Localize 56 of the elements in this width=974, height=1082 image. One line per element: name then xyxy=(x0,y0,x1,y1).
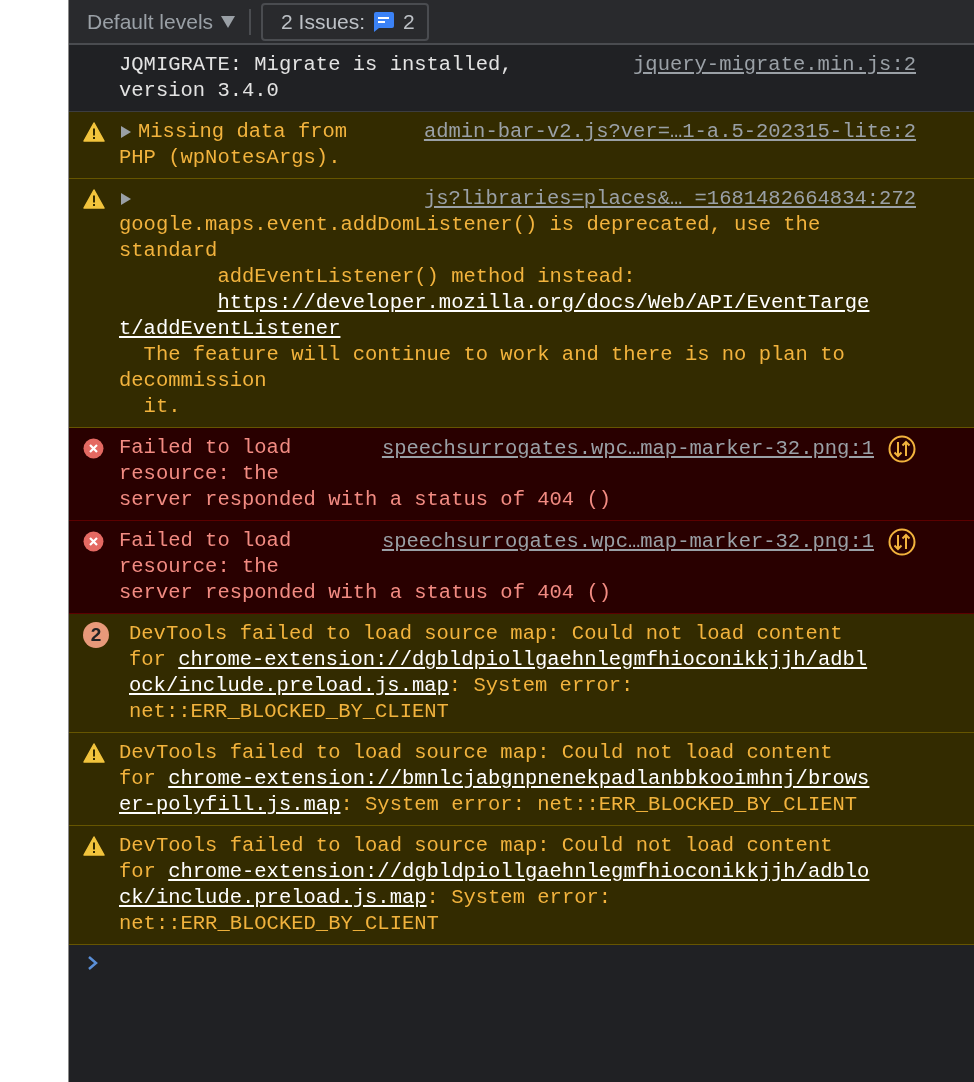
caret-icon xyxy=(221,15,236,28)
source-link[interactable]: js?libraries=places&… =1681482664834:272 xyxy=(423,186,916,212)
message-text: addEventListener() method instead: xyxy=(217,264,636,290)
link[interactable]: ock/include.preload.js.map xyxy=(129,673,449,699)
message-icon xyxy=(373,10,396,33)
message-text: PHP (wpNotesArgs). xyxy=(119,145,341,171)
link[interactable]: chrome-extension://dgbldpiollgaehnlegmfhioconikkjjh/adbl xyxy=(178,647,868,673)
message-text: : System error: xyxy=(426,885,612,911)
message-text: standard xyxy=(119,238,218,264)
prompt-chevron-icon xyxy=(87,955,99,971)
message-text: DevTools failed to load source map: Could not load content xyxy=(119,833,833,859)
message-text: decommission xyxy=(119,368,267,394)
message-text: DevTools failed to load source map: Could not load content xyxy=(119,740,833,766)
message-text: resource: the xyxy=(119,554,279,580)
link[interactable]: chrome-extension://dgbldpiollgaehnlegmfhioconikkjjh/adblo xyxy=(168,859,870,885)
message-text: google.maps.event.addDomListener() is deprecated, use the xyxy=(119,212,821,238)
link[interactable]: ck/include.preload.js.map xyxy=(119,885,427,911)
message-text: for xyxy=(129,647,166,673)
message-text: Failed to load xyxy=(119,435,292,461)
source-link[interactable]: admin-bar-v2.js?ver=…1-a.5-202315-lite:2 xyxy=(423,119,916,145)
message-text: net::ERR_BLOCKED_BY_CLIENT xyxy=(129,699,449,725)
error-icon xyxy=(83,531,104,552)
message-text: for xyxy=(119,859,156,885)
link[interactable]: t/addEventListener xyxy=(119,316,341,342)
message-text: : System error: xyxy=(448,673,634,699)
warning-icon xyxy=(83,189,105,209)
message-text: it. xyxy=(143,394,181,420)
message-text: Missing data from xyxy=(138,119,348,145)
log-levels-dropdown[interactable]: Default levels xyxy=(87,9,250,34)
message-text: JQMIGRATE: Migrate is installed, xyxy=(119,52,513,78)
message-text: for xyxy=(119,766,156,792)
message-text: version 3.4.0 xyxy=(119,78,279,104)
warning-icon xyxy=(83,743,105,763)
expand-triangle-icon[interactable] xyxy=(119,191,133,207)
message-text: DevTools failed to load source map: Could not load content xyxy=(129,621,843,647)
error-icon xyxy=(83,438,104,459)
source-link[interactable]: jquery-migrate.min.js:2 xyxy=(633,52,916,78)
message-text: resource: the xyxy=(119,461,279,487)
network-request-icon[interactable] xyxy=(888,528,916,556)
warning-icon xyxy=(83,836,105,856)
warning-icon xyxy=(83,122,105,142)
network-request-icon[interactable] xyxy=(888,435,916,463)
expand-triangle-icon[interactable] xyxy=(119,124,133,140)
source-link[interactable]: speechsurrogates.wpc…map-marker-32.png:1 xyxy=(381,529,874,555)
link[interactable]: https://developer.mozilla.org/docs/Web/API/EventTarge xyxy=(217,290,870,316)
message-text: server responded with a status of 404 () xyxy=(119,487,612,513)
message-text: server responded with a status of 404 () xyxy=(119,580,612,606)
message-text: The feature will continue to work and there is no plan to xyxy=(143,342,845,368)
link[interactable]: er-polyfill.js.map xyxy=(119,792,341,818)
link[interactable]: chrome-extension://bmnlcjabgnpnenekpadlanbbkooimhnj/brows xyxy=(168,766,870,792)
message-text: Failed to load xyxy=(119,528,292,554)
issues-button[interactable]: 2 Issues: 2 xyxy=(261,2,429,41)
message-text: net::ERR_BLOCKED_BY_CLIENT xyxy=(119,911,439,937)
message-text: : System error: net::ERR_BLOCKED_BY_CLIENT xyxy=(340,792,858,818)
source-link[interactable]: speechsurrogates.wpc…map-marker-32.png:1 xyxy=(381,436,874,462)
repeat-count-badge: 2 xyxy=(83,622,109,648)
